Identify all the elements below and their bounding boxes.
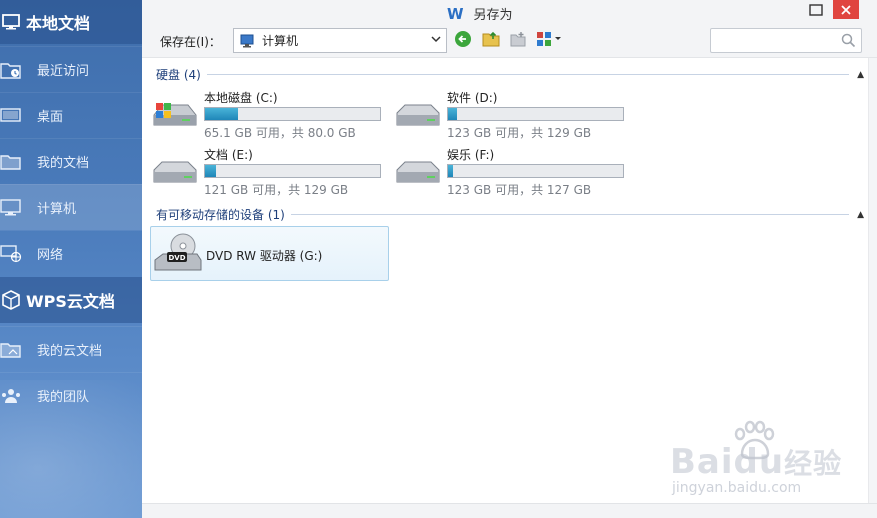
sidebar-item-recent[interactable]: 最近访问 xyxy=(0,46,142,92)
dvd-drive-icon: DVD xyxy=(153,232,203,279)
group-header-removable[interactable]: 有可移动存储的设备 (1) ▲ xyxy=(156,206,864,223)
view-menu-button[interactable] xyxy=(535,30,563,48)
folder-icon xyxy=(0,151,24,173)
up-folder-button[interactable] xyxy=(482,30,500,48)
close-button[interactable] xyxy=(833,0,859,19)
monitor-icon xyxy=(0,11,22,33)
back-button[interactable] xyxy=(454,30,472,48)
drive-name: 本地磁盘 (C:) xyxy=(204,91,278,105)
drive-name: DVD RW 驱动器 (G:) xyxy=(206,249,323,263)
sidebar-item-label: 网络 xyxy=(37,248,64,263)
computer-small-icon xyxy=(240,34,256,48)
close-icon xyxy=(841,4,851,15)
sidebar-item-network[interactable]: 网络 xyxy=(0,230,142,276)
new-folder-icon xyxy=(510,32,526,47)
drive-capacity: 123 GB 可用，共 127 GB xyxy=(447,183,592,197)
sidebar-item-my-docs[interactable]: 我的文档 xyxy=(0,138,142,184)
dialog-title-text: 另存为 xyxy=(473,8,513,23)
view-grid-icon xyxy=(537,32,561,46)
drive-usage-bar xyxy=(204,107,381,121)
drive-capacity: 121 GB 可用，共 129 GB xyxy=(204,183,349,197)
group-divider xyxy=(206,74,850,75)
sidebar-item-label: 计算机 xyxy=(37,202,77,217)
cloud-docs-title: WPS云文档 xyxy=(26,292,115,311)
sidebar-item-my-cloud-docs[interactable]: 我的云文档 xyxy=(0,326,142,372)
back-arrow-icon xyxy=(455,31,471,47)
windows-drive-icon xyxy=(150,97,198,136)
hard-drive-icon xyxy=(150,154,198,193)
drive-usage-fill xyxy=(205,165,216,177)
drive-capacity: 65.1 GB 可用，共 80.0 GB xyxy=(204,126,356,140)
sidebar-item-label: 我的云文档 xyxy=(37,344,103,359)
group-title: 有可移动存储的设备 (1) xyxy=(156,208,285,222)
baidu-watermark: Baidu经验 jingyan.baidu.com xyxy=(670,420,870,500)
drive-name: 娱乐 (F:) xyxy=(447,148,495,162)
drive-name: 软件 (D:) xyxy=(447,91,498,105)
drive-dvd-g[interactable]: DVD DVD RW 驱动器 (G:) xyxy=(150,226,389,281)
group-divider xyxy=(290,214,850,215)
footer-bar xyxy=(142,503,877,518)
team-icon xyxy=(0,385,24,407)
search-input[interactable] xyxy=(710,28,862,53)
drive-usage-bar xyxy=(447,107,624,121)
recent-folder-icon xyxy=(0,59,24,81)
location-dropdown[interactable]: 计算机 xyxy=(233,28,447,53)
chevron-down-icon xyxy=(431,35,441,46)
up-folder-icon xyxy=(482,31,500,47)
drive-usage-fill xyxy=(205,108,239,120)
sidebar-item-my-team[interactable]: 我的团队 xyxy=(0,372,142,418)
drive-c[interactable]: 本地磁盘 (C:) 65.1 GB 可用，共 80.0 GB xyxy=(150,89,390,141)
collapse-icon[interactable]: ▲ xyxy=(857,210,864,220)
hard-drive-icon xyxy=(393,154,441,193)
sidebar-item-label: 我的文档 xyxy=(37,156,90,171)
desktop-icon xyxy=(0,105,24,127)
cloud-docs-header: WPS云文档 xyxy=(0,277,142,323)
network-icon xyxy=(0,243,24,265)
sidebar-item-label: 桌面 xyxy=(37,110,64,125)
watermark-url: jingyan.baidu.com xyxy=(672,480,802,496)
drive-name: 文档 (E:) xyxy=(204,148,253,162)
dvd-badge: DVD xyxy=(168,254,185,262)
toolbar: W 另存为 保存在(I)： 计算机 xyxy=(142,0,877,58)
computer-icon xyxy=(0,197,24,219)
drive-e[interactable]: 文档 (E:) 121 GB 可用，共 129 GB xyxy=(150,146,390,198)
group-title: 硬盘 (4) xyxy=(156,68,201,82)
drive-f[interactable]: 娱乐 (F:) 123 GB 可用，共 127 GB xyxy=(393,146,633,198)
location-value: 计算机 xyxy=(262,34,299,48)
local-docs-header: 本地文档 xyxy=(0,0,142,44)
hard-drive-icon xyxy=(393,97,441,136)
sidebar-item-desktop[interactable]: 桌面 xyxy=(0,92,142,138)
drive-usage-fill xyxy=(448,108,457,120)
cube-icon xyxy=(0,289,22,311)
dialog-title: W 另存为 xyxy=(447,4,513,24)
new-folder-button[interactable] xyxy=(509,30,527,48)
cloud-folder-icon xyxy=(0,339,24,361)
local-docs-title: 本地文档 xyxy=(26,14,91,33)
maximize-button[interactable] xyxy=(803,0,829,19)
maximize-icon xyxy=(809,3,823,16)
wps-logo-icon: W xyxy=(447,4,464,23)
sidebar: 本地文档 最近访问 桌面 我的文档 计算机 网络 WPS云文档 我的云文档 我的… xyxy=(0,0,142,518)
search-icon xyxy=(841,33,856,51)
sidebar-item-label: 最近访问 xyxy=(37,64,90,79)
sidebar-item-computer[interactable]: 计算机 xyxy=(0,184,142,230)
sidebar-item-label: 我的团队 xyxy=(37,390,90,405)
drive-usage-bar xyxy=(204,164,381,178)
save-in-label: 保存在(I)： xyxy=(160,35,221,49)
watermark-brand: Baidu经验 xyxy=(670,442,843,482)
drive-capacity: 123 GB 可用，共 129 GB xyxy=(447,126,592,140)
drive-d[interactable]: 软件 (D:) 123 GB 可用，共 129 GB xyxy=(393,89,633,141)
collapse-icon[interactable]: ▲ xyxy=(857,70,864,80)
drive-usage-fill xyxy=(448,165,454,177)
group-header-hard-disks[interactable]: 硬盘 (4) ▲ xyxy=(156,66,864,83)
drive-usage-bar xyxy=(447,164,624,178)
